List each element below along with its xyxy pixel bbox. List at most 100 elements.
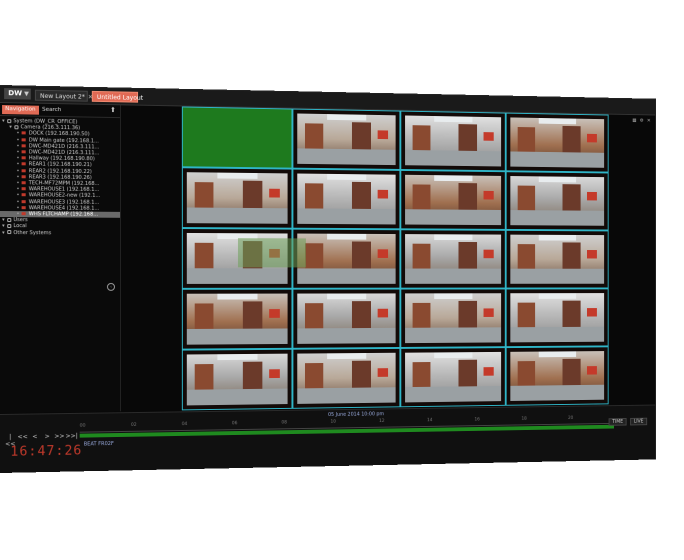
- camera-tile[interactable]: [292, 168, 401, 230]
- tab-navigation[interactable]: Navigation: [2, 105, 39, 115]
- playback-button[interactable]: <: [29, 433, 41, 440]
- camera-tile[interactable]: [400, 169, 506, 230]
- timeline-tick-label: 06: [231, 421, 238, 427]
- feed-shape: [186, 328, 288, 345]
- feed-shape: [378, 308, 388, 318]
- feed-shape: [269, 188, 280, 198]
- camera-tile[interactable]: [181, 288, 293, 350]
- sidebar-tabs: Navigation Search ⬆: [0, 103, 121, 119]
- camera-tile[interactable]: [505, 346, 609, 406]
- playback-button[interactable]: >>|: [65, 433, 77, 440]
- feed-shape: [217, 293, 258, 300]
- feed-shape: [538, 234, 577, 241]
- feed-shape: [434, 293, 473, 300]
- camera-tile[interactable]: [505, 112, 609, 173]
- feed-shape: [510, 210, 605, 226]
- folder-icon: [14, 124, 19, 130]
- camera-icon: [21, 162, 26, 166]
- collapse-handle-icon[interactable]: ‹: [106, 282, 115, 291]
- feed-shape: [378, 129, 388, 140]
- camera-icon: [21, 137, 26, 141]
- camera-icon: [21, 187, 26, 191]
- navigation-sidebar: Navigation Search ⬆ ▾ System (DW_CR_OFFIC…: [0, 103, 122, 413]
- close-icon[interactable]: ✕: [647, 118, 652, 124]
- app-menu-button[interactable]: DW ▼: [4, 88, 31, 100]
- camera-feed: [510, 234, 605, 284]
- camera-icon: [21, 168, 26, 172]
- feed-shape: [538, 351, 577, 358]
- playback-button[interactable]: <<: [16, 434, 28, 441]
- feed-shape: [587, 133, 597, 143]
- camera-feed: [405, 351, 502, 403]
- camera-feed: [297, 173, 396, 225]
- feed-shape: [405, 150, 502, 167]
- feed-shape: [434, 175, 473, 182]
- feed-shape: [326, 293, 367, 300]
- folder-icon: [7, 217, 12, 222]
- drag-preview: [237, 238, 306, 268]
- camera-tile[interactable]: [181, 167, 293, 229]
- feed-shape: [510, 327, 605, 343]
- timeline-tick-label: 20: [568, 416, 574, 421]
- grid-toolbar: ▦ ⚙ ✕: [632, 118, 651, 124]
- camera-tile[interactable]: [181, 348, 293, 411]
- camera-tile[interactable]: [505, 171, 609, 231]
- settings-icon[interactable]: ⚙: [640, 118, 645, 124]
- camera-icon: [21, 181, 26, 185]
- camera-tile[interactable]: [292, 108, 401, 170]
- camera-tile[interactable]: [292, 347, 401, 409]
- feed-shape: [297, 328, 396, 344]
- feed-shape: [434, 352, 473, 359]
- feed-shape: [378, 248, 388, 258]
- tab-layout-2[interactable]: Untitled Layout: [91, 90, 143, 103]
- feed-shape: [326, 353, 367, 360]
- timeline-tick-label: 00: [79, 423, 86, 429]
- feed-shape: [186, 268, 288, 284]
- camera-tile[interactable]: [400, 110, 506, 172]
- feed-shape: [378, 367, 388, 377]
- current-time: 16:47:26: [10, 443, 83, 460]
- feed-shape: [297, 268, 396, 284]
- feed-shape: [405, 327, 502, 344]
- grid-icon[interactable]: ▦: [632, 118, 637, 124]
- feed-shape: [483, 366, 494, 376]
- tree-item-label: Users: [13, 217, 28, 224]
- playback-button[interactable]: >>: [53, 433, 65, 440]
- camera-tile[interactable]: [181, 106, 293, 169]
- feed-shape: [297, 387, 396, 404]
- feed-shape: [269, 368, 280, 379]
- logo-text: DW: [8, 89, 23, 98]
- camera-tile[interactable]: [400, 288, 506, 348]
- arrow-up-icon[interactable]: ⬆: [110, 106, 116, 114]
- camera-tile[interactable]: [505, 288, 609, 348]
- camera-icon: [21, 144, 26, 148]
- camera-icon: [21, 199, 26, 203]
- feed-shape: [405, 209, 502, 226]
- camera-icon: [21, 131, 26, 135]
- folder-icon: [7, 223, 12, 229]
- camera-tile[interactable]: [292, 288, 401, 349]
- tree-folder-item[interactable]: ▾ Other Systems: [0, 230, 120, 237]
- camera-tile[interactable]: [505, 229, 609, 289]
- timeline-date: 05 June 2014 10:00 pm: [328, 411, 385, 418]
- camera-tile[interactable]: [400, 229, 506, 289]
- camera-icon: [21, 175, 26, 179]
- timeline-tick-label: 08: [281, 420, 287, 426]
- feed-shape: [483, 190, 494, 200]
- camera-icon: [21, 156, 26, 160]
- camera-tile[interactable]: [292, 228, 401, 289]
- tab-layout-1[interactable]: New Layout 2* ✕: [34, 89, 93, 102]
- playback-button[interactable]: >: [41, 433, 53, 440]
- feed-shape: [483, 308, 494, 317]
- timeline-tick-label: 02: [130, 422, 137, 428]
- time-button[interactable]: TIME: [608, 418, 627, 426]
- tab-label: New Layout 2*: [40, 92, 85, 101]
- camera-tile[interactable]: [400, 347, 506, 408]
- folder-icon: [7, 118, 12, 123]
- timeline-panel: 05 June 2014 10:00 pm 00 02 04 06 08 10 12 14 16…: [0, 404, 656, 473]
- live-button[interactable]: LIVE: [630, 417, 648, 426]
- feed-shape: [538, 117, 577, 125]
- feed-shape: [538, 176, 577, 183]
- tab-search[interactable]: Search: [39, 106, 64, 115]
- feed-shape: [217, 353, 258, 361]
